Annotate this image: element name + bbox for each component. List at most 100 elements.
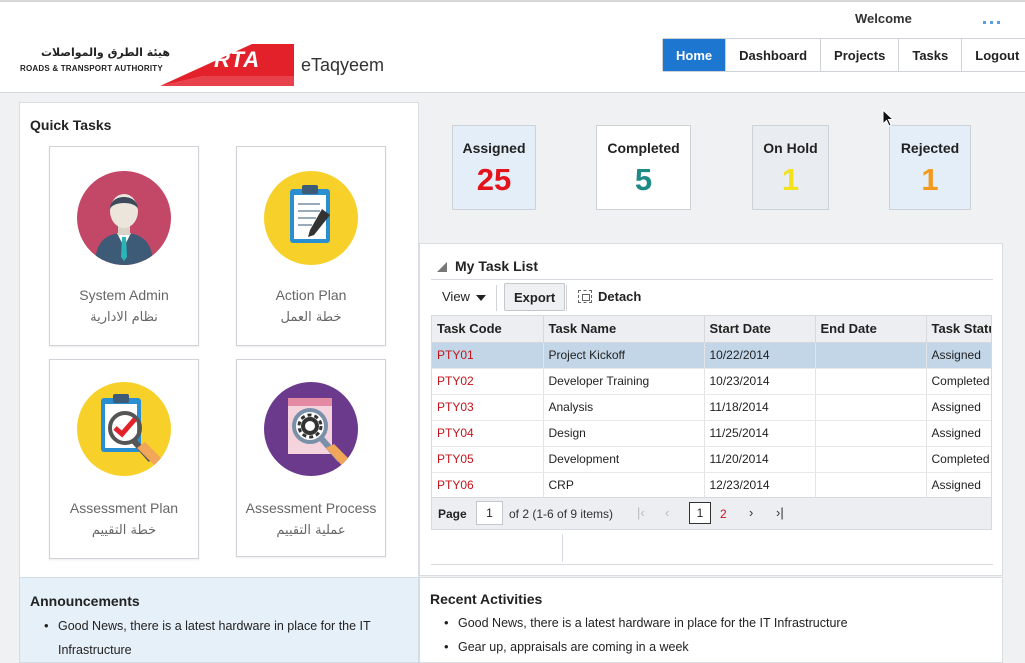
quick-task-assessment-plan[interactable]: Assessment Plan خطة التقييم <box>49 359 199 559</box>
cell-task-name: Project Kickoff <box>543 342 705 369</box>
cell-task-name: Development <box>543 446 705 473</box>
quick-tasks-panel: Quick Tasks System Admin نظام الادارية A… <box>19 102 419 578</box>
rta-logo: هيئة الطرق والمواصلات ROADS & TRANSPORT … <box>18 40 294 86</box>
cell-task-code[interactable]: PTY04 <box>432 420 544 447</box>
previous-page-icon[interactable]: ‹ <box>665 505 669 520</box>
recent-activities-title: Recent Activities <box>430 591 543 607</box>
task-table: Task Code Task Name Start Date End Date … <box>431 315 992 498</box>
page-number-input[interactable]: 1 <box>476 501 503 525</box>
panel-divider <box>431 564 993 565</box>
cell-end-date <box>815 368 927 395</box>
nav-home[interactable]: Home <box>663 39 726 71</box>
quick-task-label-arabic: نظام الادارية <box>90 310 158 325</box>
detach-icon <box>578 290 592 303</box>
logo-arabic-text: هيئة الطرق والمواصلات <box>40 46 170 59</box>
welcome-text: Welcome <box>855 11 912 26</box>
list-item: Good News, there is a latest hardware in… <box>444 611 984 635</box>
main-nav: Home Dashboard Projects Tasks Logout <box>662 38 1025 72</box>
cell-task-name: Design <box>543 420 705 447</box>
cell-task-name: Analysis <box>543 394 705 421</box>
table-row[interactable]: PTY05 Development 11/20/2014 Completed <box>432 446 991 473</box>
cell-start-date: 10/23/2014 <box>704 368 816 395</box>
stat-completed[interactable]: Completed 5 <box>596 125 691 210</box>
announcements-title: Announcements <box>30 593 140 609</box>
quick-task-action-plan[interactable]: Action Plan خطة العمل <box>236 146 386 346</box>
stat-assigned[interactable]: Assigned 25 <box>452 125 536 210</box>
pager-range-text: of 2 (1-6 of 9 items) <box>509 507 614 521</box>
list-item: Good News, there is a latest hardware in… <box>44 614 374 662</box>
last-page-icon[interactable]: ›| <box>776 505 784 520</box>
cell-end-date <box>815 394 927 421</box>
cell-task-status: Assigned <box>926 342 991 369</box>
view-menu[interactable]: View <box>442 289 486 304</box>
stat-value: 25 <box>476 162 512 197</box>
stat-value: 5 <box>634 162 653 197</box>
pager-label: Page <box>438 507 467 521</box>
quick-task-label: Action Plan <box>275 287 347 303</box>
recent-activities-list: Good News, there is a latest hardware in… <box>444 611 984 659</box>
document-gear-icon <box>264 382 358 476</box>
list-item: Gear up, appraisals are coming in a week <box>444 635 984 659</box>
cell-start-date: 12/23/2014 <box>704 472 816 497</box>
table-row[interactable]: PTY01 Project Kickoff 10/22/2014 Assigned <box>432 342 991 369</box>
page-link-2[interactable]: 2 <box>720 507 727 521</box>
announcements-panel: Announcements Good News, there is a late… <box>19 577 419 663</box>
cell-end-date <box>815 446 927 473</box>
quick-task-label: Assessment Process <box>245 500 377 516</box>
table-row[interactable]: PTY04 Design 11/25/2014 Assigned <box>432 420 991 447</box>
cell-end-date <box>815 472 927 497</box>
stat-label: Assigned <box>462 140 526 156</box>
cell-end-date <box>815 420 927 447</box>
nav-dashboard[interactable]: Dashboard <box>725 39 821 71</box>
nav-logout[interactable]: Logout <box>961 39 1025 71</box>
export-button[interactable]: Export <box>504 283 566 311</box>
cell-task-status: Completed <box>926 368 991 395</box>
stat-on-hold[interactable]: On Hold 1 <box>752 125 829 210</box>
stat-value: 1 <box>921 162 939 197</box>
quick-task-assessment-process[interactable]: Assessment Process عملية التقييم <box>236 359 386 557</box>
cell-task-status: Assigned <box>926 420 991 447</box>
table-row[interactable]: PTY06 CRP 12/23/2014 Assigned <box>432 472 991 497</box>
app-header: هيئة الطرق والمواصلات ROADS & TRANSPORT … <box>0 0 1025 93</box>
task-list-title: My Task List <box>455 258 538 274</box>
user-menu-icon[interactable] <box>983 21 1000 24</box>
first-page-icon[interactable]: |‹ <box>637 505 645 520</box>
app-name: eTaqyeem <box>301 55 385 75</box>
mouse-cursor-icon <box>882 109 894 127</box>
cell-task-code[interactable]: PTY01 <box>432 342 544 369</box>
cell-task-code[interactable]: PTY06 <box>432 472 544 497</box>
quick-task-label-arabic: عملية التقييم <box>276 523 346 538</box>
toolbar-divider <box>496 285 497 311</box>
stat-rejected[interactable]: Rejected 1 <box>889 125 971 210</box>
cell-task-name: Developer Training <box>543 368 705 395</box>
logo-english-text: ROADS & TRANSPORT AUTHORITY <box>20 64 163 73</box>
cell-task-code[interactable]: PTY05 <box>432 446 544 473</box>
table-row[interactable]: PTY03 Analysis 11/18/2014 Assigned <box>432 394 991 421</box>
column-header-task-name[interactable]: Task Name <box>543 316 705 343</box>
table-row[interactable]: PTY02 Developer Training 10/23/2014 Complet… <box>432 368 991 395</box>
task-list-header: My Task List <box>431 258 993 280</box>
cell-task-status: Completed <box>926 446 991 473</box>
nav-projects[interactable]: Projects <box>820 39 899 71</box>
column-header-task-status[interactable]: Task Status <box>926 316 991 343</box>
column-header-end-date[interactable]: End Date <box>815 316 927 343</box>
table-header-row: Task Code Task Name Start Date End Date … <box>432 316 991 343</box>
column-header-task-code[interactable]: Task Code <box>432 316 544 343</box>
cell-task-code[interactable]: PTY03 <box>432 394 544 421</box>
cell-task-code[interactable]: PTY02 <box>432 368 544 395</box>
clipboard-check-icon <box>77 382 171 476</box>
stat-label: Rejected <box>900 140 960 156</box>
page-link-current[interactable]: 1 <box>689 502 711 524</box>
panel-divider <box>562 534 563 562</box>
logo-rta-text: RTA <box>214 47 261 72</box>
detach-button[interactable]: Detach <box>578 289 641 304</box>
collapse-triangle-icon[interactable] <box>437 262 447 272</box>
nav-tasks[interactable]: Tasks <box>898 39 962 71</box>
next-page-icon[interactable]: › <box>749 505 753 520</box>
quick-task-label: Assessment Plan <box>69 500 179 516</box>
task-list-toolbar: View Export Detach <box>431 281 993 314</box>
detach-label: Detach <box>598 289 642 304</box>
quick-task-system-admin[interactable]: System Admin نظام الادارية <box>49 146 199 346</box>
column-header-start-date[interactable]: Start Date <box>704 316 816 343</box>
cell-task-name: CRP <box>543 472 705 497</box>
